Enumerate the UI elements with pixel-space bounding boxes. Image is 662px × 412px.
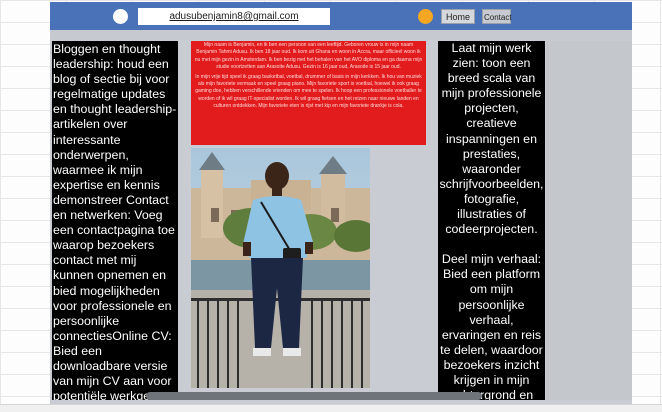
sub-header-bar <box>50 30 632 40</box>
white-circle-icon <box>113 9 128 24</box>
contact-button[interactable]: Contact <box>482 9 512 24</box>
orange-circle-icon <box>418 9 433 24</box>
left-column-text: Bloggen en thought leadership: houd een … <box>53 42 177 400</box>
right-text-column: Laat mijn werk zien: toon een breed scal… <box>438 41 545 400</box>
bottom-status-strip <box>0 404 662 412</box>
email-link[interactable]: adusubenjamin8@gmail.com <box>138 8 330 25</box>
home-button[interactable]: Home <box>441 9 475 24</box>
profile-photo <box>191 148 370 388</box>
intro-paragraph-2: In mijn vrije tijd speel ik graag basket… <box>195 73 422 110</box>
right-paragraph-work: Laat mijn werk zien: toon een breed scal… <box>439 41 544 237</box>
left-text-column: Bloggen en thought leadership: houd een … <box>52 41 178 400</box>
right-gutter <box>546 41 632 400</box>
right-paragraph-story: Deel mijn verhaal: Bied een platform om … <box>440 252 543 400</box>
intro-paragraph-1: Mijn naam is Benjamin, en ik ben een per… <box>194 42 423 71</box>
horizontal-scrollbar[interactable] <box>146 392 482 400</box>
intro-text-box: Mijn naam is Benjamin, en ik ben een per… <box>191 41 426 145</box>
